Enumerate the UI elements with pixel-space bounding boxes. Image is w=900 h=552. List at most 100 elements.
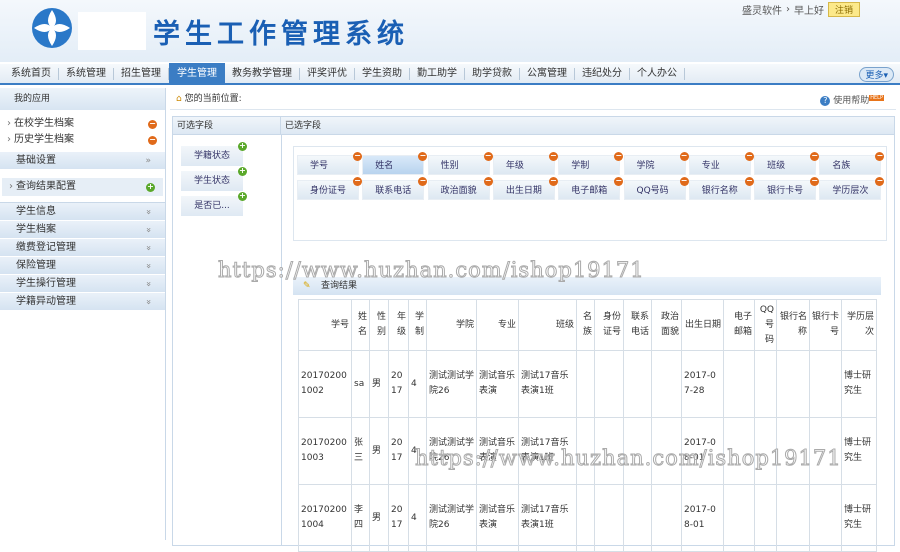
- nav-tab[interactable]: 勤工助学: [410, 67, 465, 80]
- selected-field[interactable]: 银行名称 −: [688, 177, 754, 200]
- sidebar-group[interactable]: 学生信息 »: [0, 203, 165, 221]
- remove-icon[interactable]: −: [810, 152, 820, 161]
- sidebar-link-history-archive[interactable]: 历史学生档案 −: [0, 132, 165, 148]
- field-config-panel: 可选字段 已选字段 学籍状态 + 学生状态 + 是否已... + 学号 − 姓名 − 性别 − 年级 −…: [172, 116, 895, 552]
- available-field[interactable]: 学籍状态 +: [181, 142, 247, 166]
- remove-icon[interactable]: −: [353, 177, 362, 186]
- sidebar-link-result-config[interactable]: 查询结果配置 +: [2, 178, 163, 196]
- help-link[interactable]: ? 使用帮助HELP: [820, 93, 884, 106]
- remove-icon[interactable]: −: [483, 152, 493, 161]
- selected-field[interactable]: 名族 −: [819, 152, 885, 175]
- nav-tab[interactable]: 学生管理: [169, 63, 225, 84]
- remove-icon[interactable]: −: [614, 177, 624, 186]
- add-icon[interactable]: +: [238, 192, 247, 201]
- remove-icon[interactable]: −: [679, 152, 689, 161]
- selected-fields-header: 已选字段: [281, 117, 894, 135]
- remove-icon[interactable]: −: [483, 177, 493, 186]
- field-label: 银行名称: [701, 186, 738, 196]
- column-header: 学制: [408, 299, 427, 351]
- selected-field[interactable]: 专业 −: [688, 152, 754, 175]
- sidebar-group[interactable]: 保险管理 »: [0, 257, 165, 275]
- selected-field[interactable]: 年级 −: [492, 152, 558, 175]
- sidebar-link-current-archive[interactable]: 在校学生档案 −: [0, 116, 165, 132]
- selected-field[interactable]: 班级 −: [754, 152, 820, 175]
- selected-field[interactable]: 姓名 −: [362, 152, 428, 175]
- add-icon[interactable]: +: [238, 142, 247, 151]
- remove-icon[interactable]: −: [548, 177, 558, 186]
- table-cell: 李四: [351, 484, 370, 552]
- remove-icon[interactable]: −: [875, 152, 885, 161]
- table-cell: [723, 417, 755, 485]
- selected-field[interactable]: 联系电话 −: [362, 177, 428, 200]
- nav-tab[interactable]: 评奖评优: [300, 67, 355, 80]
- nav-tab[interactable]: 系统首页: [4, 67, 59, 80]
- sidebar: 我的应用 在校学生档案 − 历史学生档案 − 基础设置 » 查询结果配置 + 学生信息 »…: [0, 88, 166, 540]
- remove-icon[interactable]: −: [744, 152, 754, 161]
- selected-field[interactable]: 电子邮箱 −: [558, 177, 624, 200]
- selected-field[interactable]: 政治面貌 −: [427, 177, 493, 200]
- nav-tab[interactable]: 教务教学管理: [225, 67, 300, 80]
- column-header: 政治面貌: [651, 299, 682, 351]
- remove-icon[interactable]: −: [810, 177, 820, 186]
- table-cell: [623, 484, 652, 552]
- selected-field[interactable]: 学制 −: [558, 152, 624, 175]
- selected-field[interactable]: QQ号码 −: [623, 177, 689, 200]
- more-menu-button[interactable]: 更多▾: [859, 67, 894, 82]
- remove-icon[interactable]: −: [148, 136, 157, 145]
- remove-icon[interactable]: −: [148, 120, 157, 129]
- remove-icon[interactable]: −: [679, 177, 689, 186]
- nav-tab[interactable]: 学生资助: [355, 67, 410, 80]
- table-cell: [623, 350, 652, 418]
- add-icon[interactable]: +: [238, 167, 247, 176]
- nav-tab[interactable]: 公寓管理: [520, 67, 575, 80]
- breadcrumb-label: 您的当前位置:: [184, 94, 242, 104]
- table-cell: 博士研究生: [841, 484, 877, 552]
- available-field[interactable]: 是否已... +: [181, 192, 247, 216]
- remove-icon[interactable]: −: [418, 177, 428, 186]
- table-cell: [576, 484, 595, 552]
- selected-field[interactable]: 银行卡号 −: [754, 177, 820, 200]
- sidebar-group[interactable]: 学生操行管理 »: [0, 275, 165, 293]
- nav-tab[interactable]: 个人办公: [630, 67, 685, 80]
- remove-icon[interactable]: −: [353, 152, 362, 161]
- selected-field[interactable]: 学号 −: [297, 152, 362, 175]
- remove-icon[interactable]: −: [418, 152, 428, 161]
- available-field[interactable]: 学生状态 +: [181, 167, 247, 191]
- field-label: 是否已...: [194, 201, 230, 211]
- nav-tab[interactable]: 助学贷款: [465, 67, 520, 80]
- field-label: 年级: [505, 161, 524, 171]
- sidebar-group[interactable]: 学籍异动管理 »: [0, 293, 165, 311]
- add-icon[interactable]: +: [146, 183, 155, 192]
- remove-icon[interactable]: −: [744, 177, 754, 186]
- group-label: 基础设置: [16, 155, 56, 166]
- selected-field[interactable]: 性别 −: [427, 152, 493, 175]
- logout-button[interactable]: 注销: [827, 2, 860, 17]
- sidebar-group[interactable]: 学生档案 »: [0, 221, 165, 239]
- nav-tab[interactable]: 招生管理: [114, 67, 169, 80]
- nav-tab[interactable]: 系统管理: [59, 67, 114, 80]
- selected-field[interactable]: 学院 −: [623, 152, 689, 175]
- user-bar: 盛灵软件 › 早上好 注销: [742, 2, 860, 17]
- column-header: 银行名称: [776, 299, 810, 351]
- table-cell: [594, 484, 624, 552]
- selected-field[interactable]: 学历层次 −: [819, 177, 885, 200]
- table-cell: [809, 350, 842, 418]
- sidebar-group[interactable]: 缴费登记管理 »: [0, 239, 165, 257]
- selected-field[interactable]: 出生日期 −: [492, 177, 558, 200]
- selected-field[interactable]: 身份证号 −: [297, 177, 362, 200]
- table-cell: 男: [369, 350, 389, 418]
- table-cell: [623, 417, 652, 485]
- column-header: 出生日期: [681, 299, 724, 351]
- help-icon: ?: [820, 96, 831, 106]
- nav-tab[interactable]: 违纪处分: [575, 67, 630, 80]
- field-label: 学院: [636, 161, 655, 171]
- field-label: 联系电话: [375, 186, 412, 196]
- remove-icon[interactable]: −: [548, 152, 558, 161]
- remove-icon[interactable]: −: [614, 152, 624, 161]
- field-label: 身份证号: [310, 186, 347, 196]
- remove-icon[interactable]: −: [875, 177, 885, 186]
- table-cell: [723, 350, 755, 418]
- field-label: 班级: [767, 161, 786, 171]
- sidebar-basic-settings[interactable]: 基础设置 »: [0, 152, 165, 170]
- help-badge: HELP: [869, 95, 884, 101]
